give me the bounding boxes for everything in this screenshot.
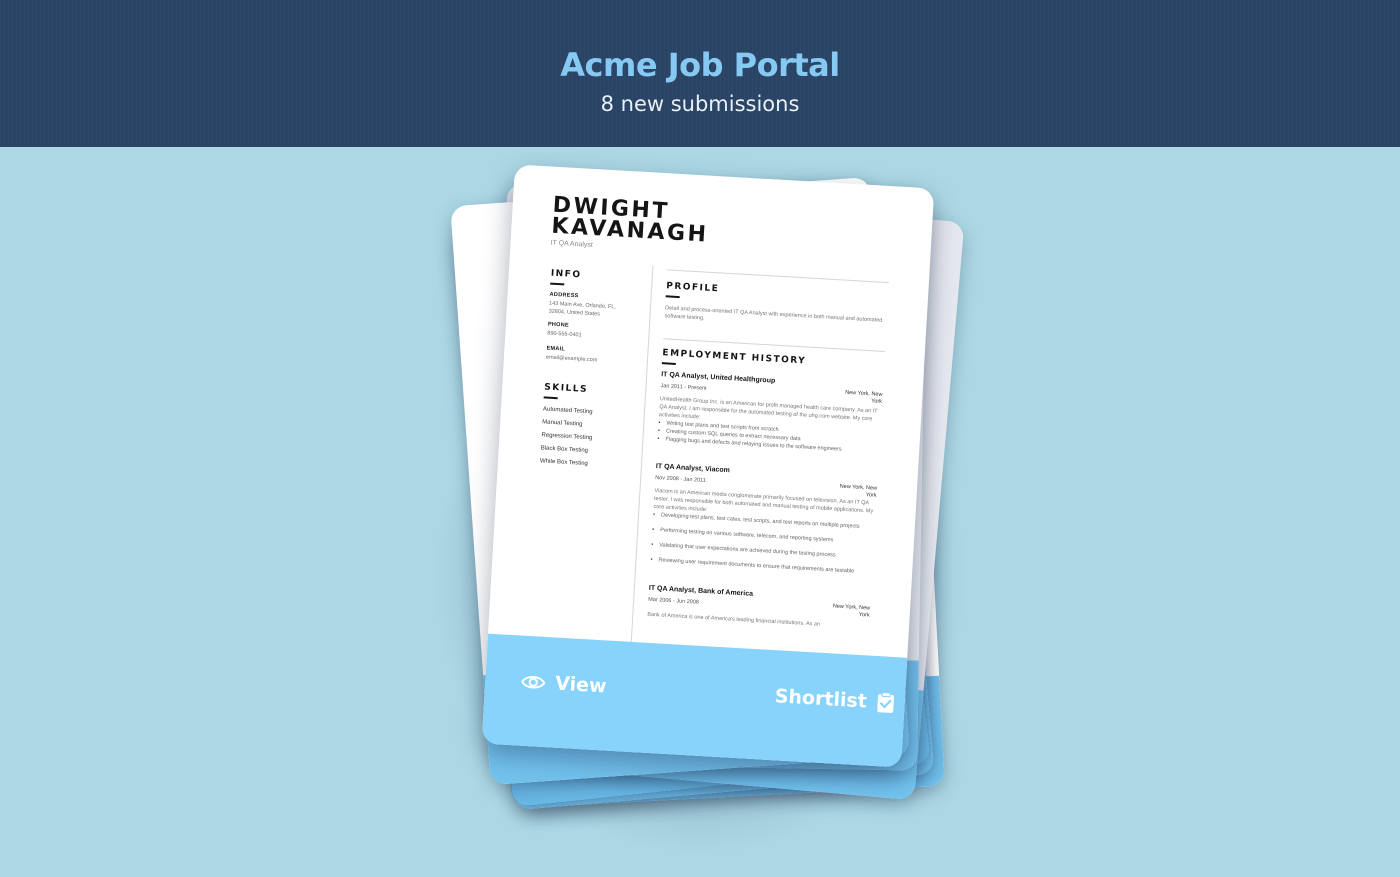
clipboard-check-icon	[877, 691, 895, 713]
job-dates: Jan 2011 - Present	[660, 383, 707, 392]
job-dates: Mar 2006 - Jun 2008	[648, 596, 700, 606]
section-divider	[667, 269, 889, 284]
job-title: IT QA Analyst, United Healthgroup	[660, 371, 776, 385]
view-label: View	[554, 672, 608, 698]
job-location: New York, New York	[844, 389, 883, 405]
skills-heading: SKILLS	[543, 382, 589, 395]
address-value: 143 Main Ave, Orlando, FL, 32804, United…	[548, 300, 617, 318]
job-title: IT QA Analyst, Bank of America	[648, 584, 754, 598]
email-label: EMAIL	[546, 345, 566, 353]
submission-count: 8 new submissions	[600, 92, 800, 116]
candidate-role: IT QA Analyst	[550, 239, 593, 249]
phone-value: 890-555-0401	[547, 330, 582, 339]
info-heading: INFO	[550, 268, 582, 281]
job-title: IT QA Analyst, Viacom	[655, 463, 731, 475]
employment-heading: EMPLOYMENT HISTORY	[662, 348, 807, 367]
app-title: Acme Job Portal	[560, 46, 840, 84]
profile-heading: PROFILE	[665, 281, 720, 295]
skill-item: Regression Testing	[541, 432, 593, 442]
candidate-name: DWIGHT KAVANAGH	[550, 192, 710, 248]
resume-card[interactable]: DWIGHT KAVANAGH IT QA Analyst INFO ADDRE…	[481, 164, 935, 768]
phone-label: PHONE	[547, 321, 570, 329]
job-dates: Nov 2008 - Jan 2011	[655, 474, 706, 484]
eye-icon	[521, 676, 546, 689]
email-value: email@example.com	[545, 354, 598, 364]
skill-item: Automated Testing	[542, 406, 593, 416]
profile-text: Detail and process-oriented IT QA Analys…	[664, 305, 883, 324]
skill-item: White Box Testing	[539, 458, 589, 468]
job-location: New York, New York	[832, 603, 871, 619]
app-header: Acme Job Portal 8 new submissions	[0, 0, 1400, 147]
skill-item: Black Box Testing	[540, 445, 589, 455]
skill-item: Manual Testing	[542, 419, 583, 428]
address-label: ADDRESS	[549, 291, 579, 300]
card-stack-area: DWIGHT KAVANAGH IT QA Analyst INFO ADDRE…	[0, 147, 1400, 877]
